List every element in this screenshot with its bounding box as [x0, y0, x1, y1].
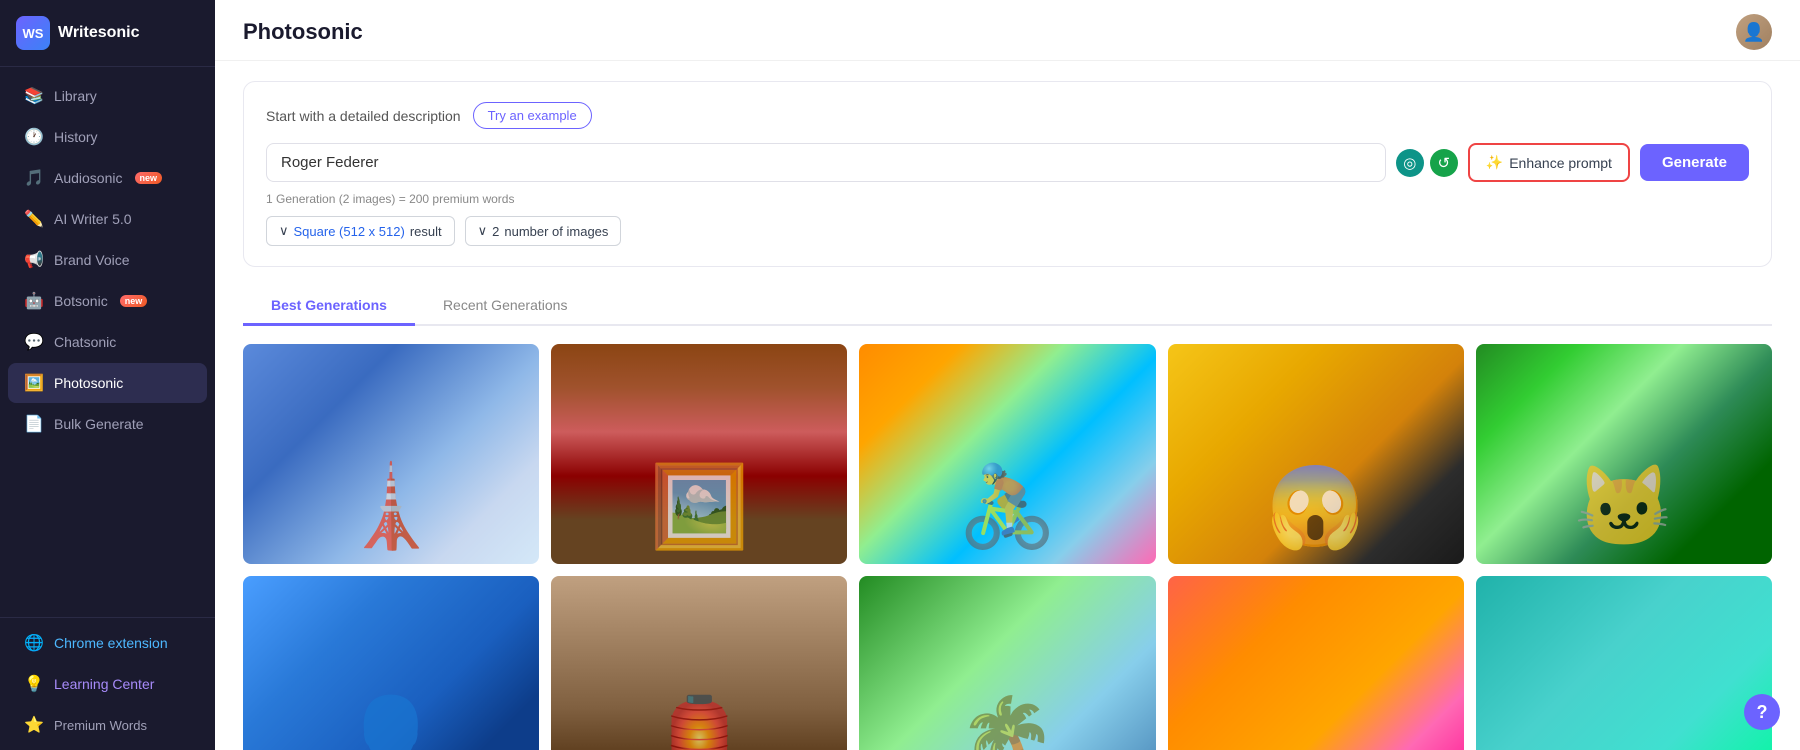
- main-content: Photosonic 👤 Start with a detailed descr…: [215, 0, 1800, 750]
- try-example-button[interactable]: Try an example: [473, 102, 592, 129]
- input-icons: ◎ ↺: [1396, 149, 1458, 177]
- enhance-prompt-button[interactable]: ✨ Enhance prompt: [1468, 143, 1630, 182]
- user-avatar[interactable]: 👤: [1736, 14, 1772, 50]
- sidebar-label-audiosonic: Audiosonic: [54, 170, 123, 186]
- sidebar-label-premium: Premium Words: [54, 718, 147, 733]
- sidebar-item-chatsonic[interactable]: 💬 Chatsonic: [8, 322, 207, 362]
- filter-row: ∨ Square (512 x 512) result ∨ 2 number o…: [266, 216, 1749, 246]
- sidebar-item-learning-center[interactable]: 💡 Learning Center: [8, 664, 207, 704]
- filter-images-button[interactable]: ∨ 2 number of images: [465, 216, 622, 246]
- library-icon: 📚: [24, 86, 44, 106]
- botsonic-icon: 🤖: [24, 291, 44, 311]
- chatsonic-icon: 💬: [24, 332, 44, 352]
- sidebar-label-bulk-generate: Bulk Generate: [54, 416, 144, 432]
- image-card-5[interactable]: [1476, 344, 1772, 564]
- learning-icon: 💡: [24, 674, 44, 694]
- image-card-2[interactable]: [551, 344, 847, 564]
- filter-size-suffix: result: [410, 224, 442, 239]
- topbar: Photosonic 👤: [215, 0, 1800, 61]
- sidebar-item-history[interactable]: 🕐 History: [8, 117, 207, 157]
- sidebar-item-audiosonic[interactable]: 🎵 Audiosonic new: [8, 158, 207, 198]
- prompt-input-row: ◎ ↺ ✨ Enhance prompt Generate: [266, 143, 1749, 182]
- sidebar-item-botsonic[interactable]: 🤖 Botsonic new: [8, 281, 207, 321]
- chrome-icon: 🌐: [24, 633, 44, 653]
- sidebar-item-ai-writer[interactable]: ✏️ AI Writer 5.0: [8, 199, 207, 239]
- tab-best-generations[interactable]: Best Generations: [243, 287, 415, 326]
- photosonic-icon: 🖼️: [24, 373, 44, 393]
- image-card-1[interactable]: [243, 344, 539, 564]
- sidebar-label-library: Library: [54, 88, 97, 104]
- sidebar-label-ai-writer: AI Writer 5.0: [54, 211, 132, 227]
- image-card-3[interactable]: [859, 344, 1155, 564]
- sidebar: WS Writesonic 📚 Library 🕐 History 🎵 Audi…: [0, 0, 215, 750]
- sidebar-item-photosonic[interactable]: 🖼️ Photosonic: [8, 363, 207, 403]
- prompt-section: Start with a detailed description Try an…: [243, 81, 1772, 267]
- botsonic-badge: new: [120, 295, 148, 307]
- sidebar-logo[interactable]: WS Writesonic: [0, 0, 215, 67]
- image-card-9[interactable]: [1168, 576, 1464, 750]
- prompt-desc-row: Start with a detailed description Try an…: [266, 102, 1749, 129]
- filter-size-value: Square (512 x 512): [294, 224, 405, 239]
- tab-recent-generations[interactable]: Recent Generations: [415, 287, 596, 326]
- image-card-8[interactable]: [859, 576, 1155, 750]
- filter-size-button[interactable]: ∨ Square (512 x 512) result: [266, 216, 455, 246]
- sidebar-nav: 📚 Library 🕐 History 🎵 Audiosonic new ✏️ …: [0, 67, 215, 617]
- page-title: Photosonic: [243, 19, 363, 45]
- sidebar-item-bulk-generate[interactable]: 📄 Bulk Generate: [8, 404, 207, 444]
- green-icon[interactable]: ↺: [1430, 149, 1458, 177]
- sidebar-label-chrome: Chrome extension: [54, 635, 168, 651]
- filter-images-label: number of images: [504, 224, 608, 239]
- sidebar-item-chrome-extension[interactable]: 🌐 Chrome extension: [8, 623, 207, 663]
- tabs-row: Best Generations Recent Generations: [243, 287, 1772, 326]
- image-card-10[interactable]: [1476, 576, 1772, 750]
- chevron-down-icon: ∨: [279, 223, 289, 239]
- audiosonic-badge: new: [135, 172, 163, 184]
- sidebar-label-brand-voice: Brand Voice: [54, 252, 130, 268]
- premium-icon: ⭐: [24, 715, 44, 735]
- filter-images-value: 2: [492, 224, 499, 239]
- logo-text: Writesonic: [58, 24, 140, 42]
- sidebar-item-premium-words[interactable]: ⭐ Premium Words: [8, 705, 207, 745]
- sidebar-label-botsonic: Botsonic: [54, 293, 108, 309]
- history-icon: 🕐: [24, 127, 44, 147]
- sidebar-bottom: 🌐 Chrome extension 💡 Learning Center ⭐ P…: [0, 617, 215, 750]
- audiosonic-icon: 🎵: [24, 168, 44, 188]
- image-card-6[interactable]: [243, 576, 539, 750]
- logo-icon: WS: [16, 16, 50, 50]
- bulk-generate-icon: 📄: [24, 414, 44, 434]
- chevron-down-icon-2: ∨: [478, 223, 488, 239]
- generate-button[interactable]: Generate: [1640, 144, 1749, 181]
- generation-info: 1 Generation (2 images) = 200 premium wo…: [266, 192, 1749, 206]
- wand-icon: ✨: [1486, 154, 1503, 171]
- sidebar-label-history: History: [54, 129, 98, 145]
- sidebar-label-learning: Learning Center: [54, 676, 154, 692]
- help-button[interactable]: ?: [1744, 694, 1780, 730]
- image-card-4[interactable]: [1168, 344, 1464, 564]
- teal-icon[interactable]: ◎: [1396, 149, 1424, 177]
- ai-writer-icon: ✏️: [24, 209, 44, 229]
- sidebar-label-chatsonic: Chatsonic: [54, 334, 116, 350]
- sidebar-item-brand-voice[interactable]: 📢 Brand Voice: [8, 240, 207, 280]
- sidebar-label-photosonic: Photosonic: [54, 375, 123, 391]
- brand-voice-icon: 📢: [24, 250, 44, 270]
- prompt-input[interactable]: [266, 143, 1386, 182]
- enhance-label: Enhance prompt: [1509, 155, 1612, 171]
- image-card-7[interactable]: [551, 576, 847, 750]
- prompt-description-label: Start with a detailed description: [266, 108, 461, 124]
- sidebar-item-library[interactable]: 📚 Library: [8, 76, 207, 116]
- image-grid: [243, 344, 1772, 750]
- logo-letters: WS: [23, 26, 44, 41]
- content-area: Start with a detailed description Try an…: [215, 61, 1800, 750]
